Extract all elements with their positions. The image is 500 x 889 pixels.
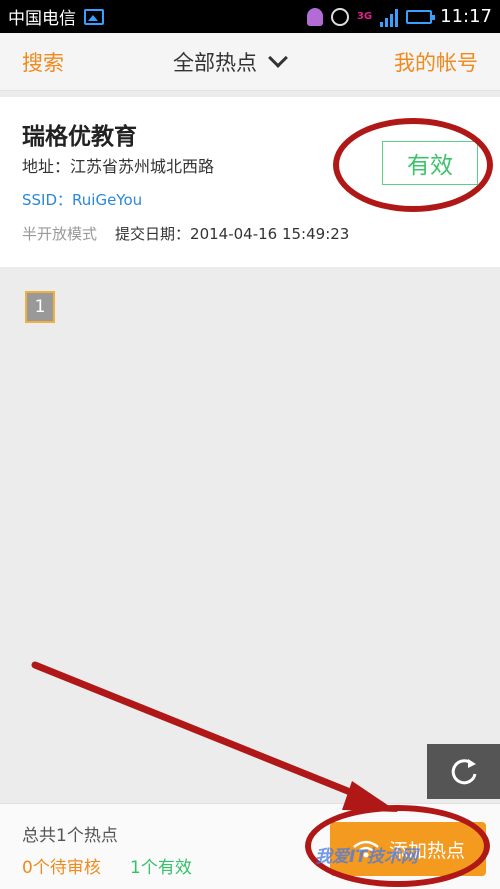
clock: 11:17 [440, 6, 492, 27]
submit-date-row: 提交日期：2014-04-16 15:49:23 [115, 223, 349, 244]
status-right: 3G 11:17 [306, 6, 492, 27]
status-left: 中国电信 [8, 4, 104, 29]
total-hotspots-text: 总共1个热点 [22, 826, 118, 846]
annotation-circle-status [333, 118, 493, 212]
alarm-icon [330, 7, 349, 26]
battery-icon [406, 9, 436, 24]
refresh-button[interactable] [427, 744, 500, 799]
my-account-button[interactable]: 我的帐号 [394, 47, 478, 77]
hotspot-filter-dropdown[interactable]: 全部热点 [173, 47, 288, 77]
refresh-icon [451, 758, 476, 784]
signal-strength-icon [380, 7, 399, 27]
carrier-label: 中国电信 [8, 9, 76, 29]
hotspot-mode: 半开放模式 [22, 225, 98, 243]
search-button[interactable]: 搜索 [22, 47, 64, 77]
submit-date-label: 提交日期： [115, 225, 191, 243]
hotspot-address: 地址：江苏省苏州城北西路 [22, 157, 215, 176]
app-header: 搜索 全部热点 我的帐号 [0, 33, 500, 91]
watermark-text: 我爱IT技术网 [315, 847, 418, 867]
status-bar: 中国电信 3G 11:17 [0, 0, 500, 33]
ghost-notification-icon [306, 7, 323, 26]
image-notification-icon [84, 8, 104, 25]
valid-count: 1个有效 [130, 858, 192, 878]
hotspot-name: 瑞格优教育 [22, 124, 137, 150]
hotspot-meta: 半开放模式 提交日期：2014-04-16 15:49:23 [22, 223, 349, 244]
network-type-label: 3G [356, 10, 373, 22]
filter-label: 全部热点 [173, 50, 257, 75]
page-number[interactable]: 1 [25, 291, 55, 323]
hotspot-ssid: SSID：RuiGeYou [22, 191, 143, 209]
submit-date: 2014-04-16 15:49:23 [190, 225, 350, 243]
chevron-down-icon [268, 47, 288, 68]
pending-count: 0个待审核 [22, 858, 101, 878]
